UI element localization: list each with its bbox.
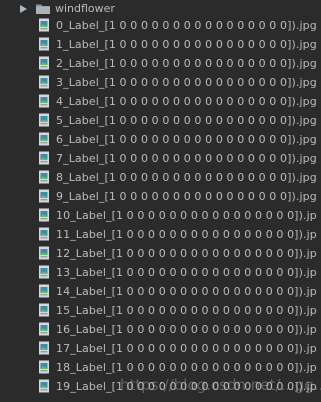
file-name: 15_Label_[1 0 0 0 0 0 0 0 0 0 0 0 0 0 0 …	[56, 304, 321, 317]
file-name: 1_Label_[1 0 0 0 0 0 0 0 0 0 0 0 0 0 0 0…	[56, 38, 317, 51]
file-name: 3_Label_[1 0 0 0 0 0 0 0 0 0 0 0 0 0 0 0…	[56, 76, 317, 89]
image-file-icon	[39, 56, 49, 70]
file-item[interactable]: 2_Label_[1 0 0 0 0 0 0 0 0 0 0 0 0 0 0 0…	[0, 54, 321, 73]
file-name: 5_Label_[1 0 0 0 0 0 0 0 0 0 0 0 0 0 0 0…	[56, 114, 317, 127]
file-item[interactable]: 9_Label_[1 0 0 0 0 0 0 0 0 0 0 0 0 0 0 0…	[0, 187, 321, 206]
scrollbar-track[interactable]	[317, 0, 321, 402]
file-name: 2_Label_[1 0 0 0 0 0 0 0 0 0 0 0 0 0 0 0…	[56, 57, 317, 70]
file-name: 12_Label_[1 0 0 0 0 0 0 0 0 0 0 0 0 0 0 …	[56, 247, 321, 260]
file-item[interactable]: 8_Label_[1 0 0 0 0 0 0 0 0 0 0 0 0 0 0 0…	[0, 168, 321, 187]
file-name: 6_Label_[1 0 0 0 0 0 0 0 0 0 0 0 0 0 0 0…	[56, 133, 317, 146]
image-file-icon	[39, 303, 49, 317]
file-item[interactable]: 13_Label_[1 0 0 0 0 0 0 0 0 0 0 0 0 0 0 …	[0, 263, 321, 282]
file-item[interactable]: 11_Label_[1 0 0 0 0 0 0 0 0 0 0 0 0 0 0 …	[0, 225, 321, 244]
image-file-icon	[39, 265, 49, 279]
image-file-icon	[39, 132, 49, 146]
image-file-icon	[39, 94, 49, 108]
file-name: 7_Label_[1 0 0 0 0 0 0 0 0 0 0 0 0 0 0 0…	[56, 152, 317, 165]
image-file-icon	[39, 170, 49, 184]
file-item[interactable]: 18_Label_[1 0 0 0 0 0 0 0 0 0 0 0 0 0 0 …	[0, 358, 321, 377]
file-name: 4_Label_[1 0 0 0 0 0 0 0 0 0 0 0 0 0 0 0…	[56, 95, 317, 108]
project-tree: windflower 0_Label_[1 0 0 0 0 0 0 0 0 0 …	[0, 0, 321, 402]
file-name: 19_Label_[1 0 0 0 0 0 0 0 0 0 0 0 0 0 0 …	[56, 380, 321, 393]
image-file-icon	[39, 246, 49, 260]
image-file-icon	[39, 151, 49, 165]
expand-arrow-icon[interactable]	[20, 5, 27, 13]
image-file-icon	[39, 341, 49, 355]
file-item[interactable]: 10_Label_[1 0 0 0 0 0 0 0 0 0 0 0 0 0 0 …	[0, 206, 321, 225]
file-item[interactable]: 6_Label_[1 0 0 0 0 0 0 0 0 0 0 0 0 0 0 0…	[0, 130, 321, 149]
image-file-icon	[39, 75, 49, 89]
image-file-icon	[39, 379, 49, 393]
image-file-icon	[39, 360, 49, 374]
file-item[interactable]: 15_Label_[1 0 0 0 0 0 0 0 0 0 0 0 0 0 0 …	[0, 301, 321, 320]
file-item[interactable]: 16_Label_[1 0 0 0 0 0 0 0 0 0 0 0 0 0 0 …	[0, 320, 321, 339]
file-name: 0_Label_[1 0 0 0 0 0 0 0 0 0 0 0 0 0 0 0…	[56, 19, 317, 32]
image-file-icon	[39, 113, 49, 127]
file-name: 18_Label_[1 0 0 0 0 0 0 0 0 0 0 0 0 0 0 …	[56, 361, 321, 374]
file-item[interactable]: 0_Label_[1 0 0 0 0 0 0 0 0 0 0 0 0 0 0 0…	[0, 16, 321, 35]
file-name: 8_Label_[1 0 0 0 0 0 0 0 0 0 0 0 0 0 0 0…	[56, 171, 317, 184]
image-file-icon	[39, 18, 49, 32]
file-name: 17_Label_[1 0 0 0 0 0 0 0 0 0 0 0 0 0 0 …	[56, 342, 321, 355]
file-item[interactable]: 3_Label_[1 0 0 0 0 0 0 0 0 0 0 0 0 0 0 0…	[0, 73, 321, 92]
file-name: 9_Label_[1 0 0 0 0 0 0 0 0 0 0 0 0 0 0 0…	[56, 190, 317, 203]
folder-icon	[36, 4, 50, 14]
file-item[interactable]: 12_Label_[1 0 0 0 0 0 0 0 0 0 0 0 0 0 0 …	[0, 244, 321, 263]
file-name: 11_Label_[1 0 0 0 0 0 0 0 0 0 0 0 0 0 0 …	[56, 228, 321, 241]
file-item[interactable]: 4_Label_[1 0 0 0 0 0 0 0 0 0 0 0 0 0 0 0…	[0, 92, 321, 111]
image-file-icon	[39, 37, 49, 51]
image-file-icon	[39, 227, 49, 241]
image-file-icon	[39, 189, 49, 203]
image-file-icon	[39, 284, 49, 298]
file-item[interactable]: 19_Label_[1 0 0 0 0 0 0 0 0 0 0 0 0 0 0 …	[0, 377, 321, 396]
image-file-icon	[39, 208, 49, 222]
file-name: 13_Label_[1 0 0 0 0 0 0 0 0 0 0 0 0 0 0 …	[56, 266, 321, 279]
file-item[interactable]: 5_Label_[1 0 0 0 0 0 0 0 0 0 0 0 0 0 0 0…	[0, 111, 321, 130]
file-item[interactable]: 1_Label_[1 0 0 0 0 0 0 0 0 0 0 0 0 0 0 0…	[0, 35, 321, 54]
file-list: 0_Label_[1 0 0 0 0 0 0 0 0 0 0 0 0 0 0 0…	[0, 16, 321, 396]
file-item[interactable]: 17_Label_[1 0 0 0 0 0 0 0 0 0 0 0 0 0 0 …	[0, 339, 321, 358]
file-name: 10_Label_[1 0 0 0 0 0 0 0 0 0 0 0 0 0 0 …	[56, 209, 321, 222]
file-item[interactable]: 14_Label_[1 0 0 0 0 0 0 0 0 0 0 0 0 0 0 …	[0, 282, 321, 301]
file-name: 14_Label_[1 0 0 0 0 0 0 0 0 0 0 0 0 0 0 …	[56, 285, 321, 298]
file-name: 16_Label_[1 0 0 0 0 0 0 0 0 0 0 0 0 0 0 …	[56, 323, 321, 336]
folder-label: windflower	[55, 2, 115, 15]
image-file-icon	[39, 322, 49, 336]
file-item[interactable]: 7_Label_[1 0 0 0 0 0 0 0 0 0 0 0 0 0 0 0…	[0, 149, 321, 168]
